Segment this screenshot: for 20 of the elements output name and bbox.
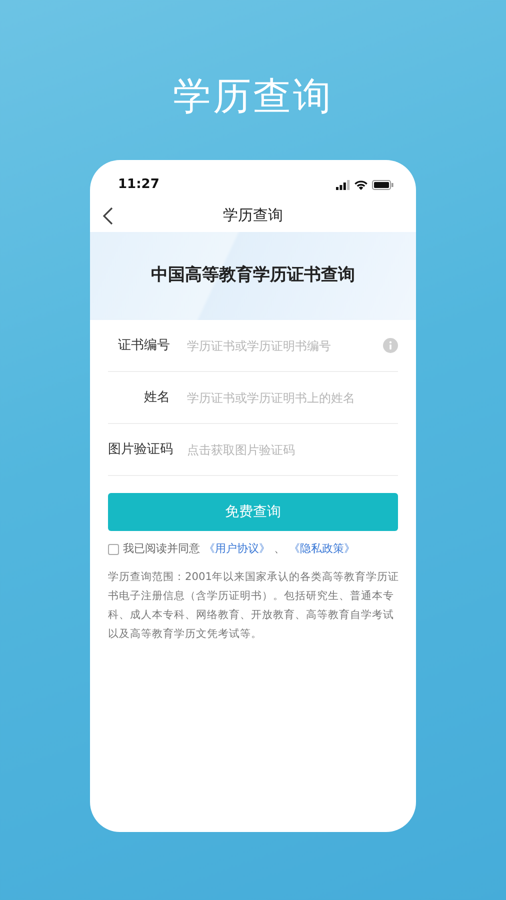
agree-checkbox[interactable] <box>108 544 119 555</box>
nav-title: 学历查询 <box>223 204 283 226</box>
field-label: 证书编号 <box>117 336 170 355</box>
separator-text: 、 <box>274 541 285 557</box>
agreement-link[interactable]: 《隐私政策》 <box>289 541 355 558</box>
input-field[interactable]: 学历证书或学历证明书上的姓名 <box>170 388 398 406</box>
agreement-link[interactable]: 《用户协议》 <box>204 541 270 558</box>
battery-icon <box>372 180 394 190</box>
agreement-text: 我已阅读并同意 <box>123 541 200 557</box>
description-text: 学历查询范围：2001年以来国家承认的各类高等教育学历证书电子注册信息（含学历证明书）。包括研究生、普通本专科、成人本专科、网络教育、开放教育、高等教育自学考试以及高等教育学历文凭考试等。 <box>108 570 400 642</box>
input-field[interactable]: 学历证书或学历证明书编号 <box>170 336 383 354</box>
field-label: 图片验证码 <box>108 440 170 459</box>
signal-icon <box>336 180 350 190</box>
wifi-icon <box>354 180 368 190</box>
field-label: 姓名 <box>143 388 170 407</box>
banner-title: 中国高等教育学历证书查询 <box>151 264 355 288</box>
info-icon[interactable] <box>383 338 398 353</box>
status-time: 11:27 <box>118 176 160 194</box>
page-headline: 学历查询 <box>172 73 334 120</box>
submit-button[interactable]: 免费查询 <box>108 493 398 531</box>
